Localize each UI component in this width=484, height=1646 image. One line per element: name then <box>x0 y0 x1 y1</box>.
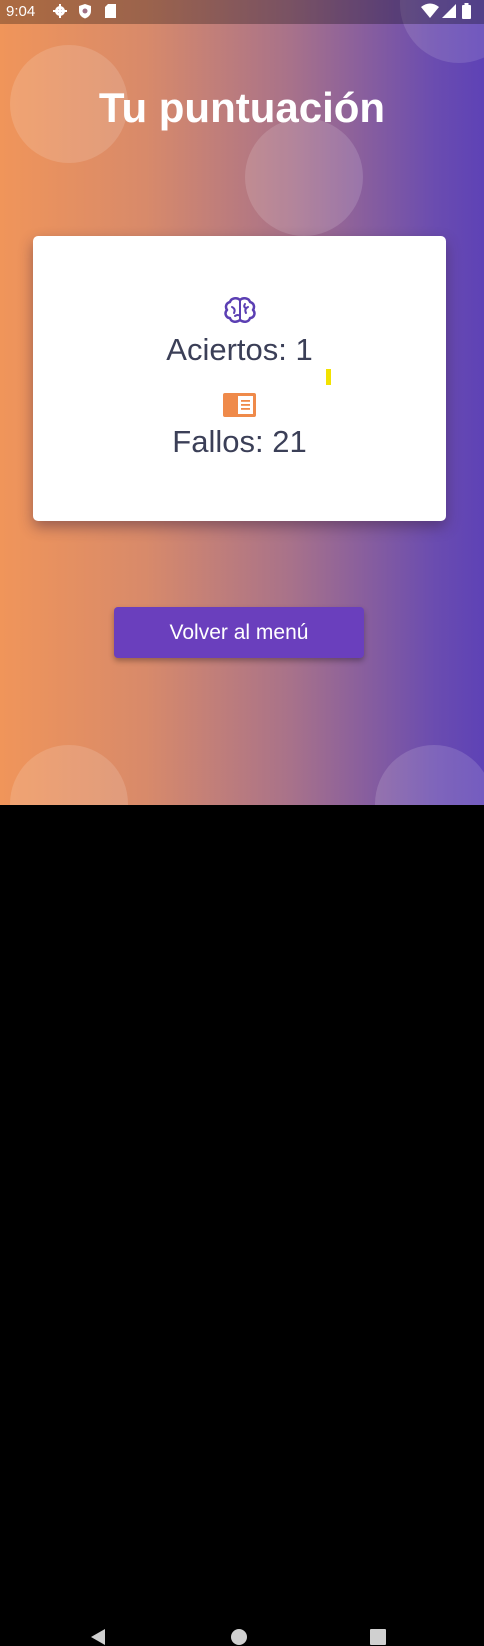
shield-icon <box>79 4 91 19</box>
back-icon[interactable] <box>89 1628 107 1646</box>
app-screen: 9:04 Tu puntuación Aciertos: 1 Fallos: 2… <box>0 0 484 805</box>
brain-icon <box>224 297 256 323</box>
wifi-icon <box>421 3 439 18</box>
back-to-menu-button[interactable]: Volver al menú <box>114 607 364 658</box>
gear-icon <box>53 4 67 18</box>
navigation-bar <box>0 805 484 1645</box>
sd-card-icon <box>105 4 116 18</box>
decorative-bubble <box>245 118 363 236</box>
hits-count: Aciertos: 1 <box>166 332 313 367</box>
touch-indicator <box>326 369 331 385</box>
status-bar: 9:04 <box>0 0 484 24</box>
page-title: Tu puntuación <box>98 84 386 131</box>
misses-count: Fallos: 21 <box>172 424 307 459</box>
decorative-bubble <box>10 745 128 805</box>
recents-icon[interactable] <box>370 1629 386 1645</box>
book-icon <box>223 393 256 417</box>
home-icon[interactable] <box>230 1628 248 1646</box>
status-time: 9:04 <box>6 3 36 20</box>
decorative-bubble <box>375 745 484 805</box>
battery-icon <box>462 3 471 19</box>
score-card: Aciertos: 1 Fallos: 21 <box>33 236 446 521</box>
signal-icon <box>442 4 456 18</box>
